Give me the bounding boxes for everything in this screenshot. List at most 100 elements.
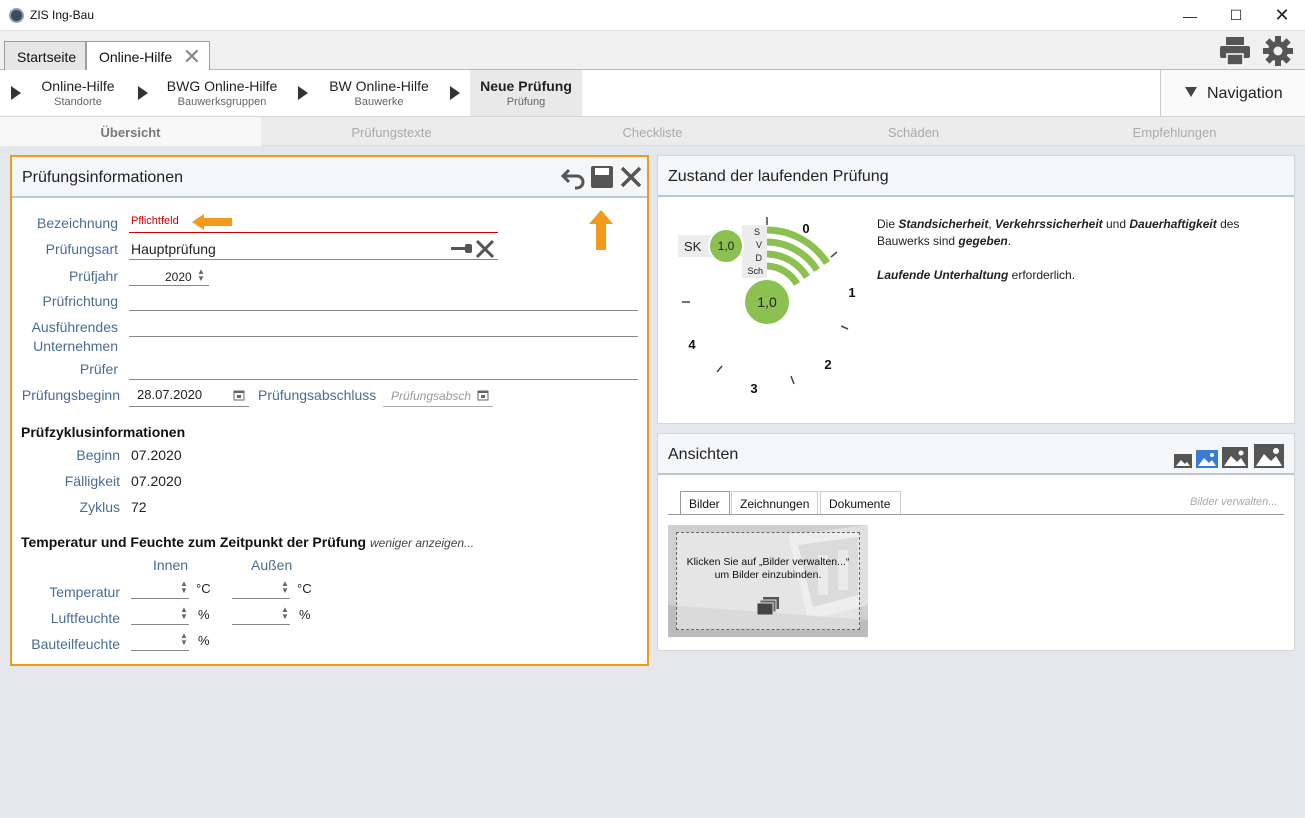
luft-innen-stepper[interactable]: ▲ ▼	[180, 606, 188, 621]
tab-pruefungstexte[interactable]: Prüfungstexte	[261, 117, 522, 146]
pruefungsart-value[interactable]: Hauptprüfung	[131, 241, 216, 257]
section-tabs: Übersicht Prüfungstexte Checkliste Schäd…	[0, 117, 1305, 146]
breadcrumb-main: Online-Hilfe	[41, 78, 115, 94]
breadcrumb-arrow-icon	[138, 86, 148, 100]
temperatur-title: Temperatur und Feuchte zum Zeitpunkt der…	[21, 534, 474, 550]
scale-label-0: 0	[802, 221, 809, 236]
minimize-button[interactable]: —	[1167, 0, 1213, 31]
clear-icon[interactable]	[475, 239, 495, 259]
key-icon[interactable]	[451, 240, 473, 256]
bauteil-innen-input[interactable]	[131, 650, 189, 651]
gauge-tick	[840, 325, 849, 330]
pruefjahr-value[interactable]: 2020	[165, 270, 192, 284]
maximize-button[interactable]: ☐	[1213, 0, 1259, 31]
desc-emphasis: Dauerhaftigkeit	[1129, 217, 1217, 231]
breadcrumb-item-pruefung[interactable]: Neue Prüfung Prüfung	[470, 70, 582, 116]
tab-schaeden[interactable]: Schäden	[783, 117, 1044, 146]
placeholder-line-2: um Bilder einzubinden.	[714, 569, 822, 581]
calendar-icon[interactable]	[477, 389, 489, 401]
bilder-verwalten-link[interactable]: Bilder verwalten...	[1190, 496, 1277, 508]
save-icon[interactable]	[590, 165, 614, 189]
close-icon[interactable]	[619, 165, 643, 189]
breadcrumb-sub: Bauwerke	[354, 96, 404, 108]
weniger-anzeigen-link[interactable]: weniger anzeigen...	[370, 536, 474, 550]
pruefjahr-label: Prüfjahr	[68, 268, 118, 284]
breadcrumb-sub: Bauwerksgruppen	[177, 96, 267, 108]
settings-gear-icon[interactable]	[1262, 35, 1294, 67]
image-gallery-icon	[757, 597, 779, 616]
tab-label: Online-Hilfe	[99, 49, 173, 65]
print-icon[interactable]	[1219, 36, 1251, 66]
breadcrumb-main: BW Online-Hilfe	[329, 78, 429, 94]
title-bar: ZIS Ing-Bau — ☐ ✕	[0, 0, 1305, 31]
luftfeuchte-label: Luftfeuchte	[50, 610, 120, 626]
pruefjahr-stepper[interactable]: ▲ ▼	[197, 268, 205, 283]
pruefrichtung-input[interactable]	[129, 310, 638, 311]
ausfuehrendes-label-1: Ausführendes	[31, 319, 118, 335]
tab-dokumente[interactable]: Dokumente	[820, 491, 901, 515]
pruefer-input[interactable]	[129, 379, 638, 380]
aussen-column-header: Außen	[251, 557, 293, 573]
image-size-large-icon[interactable]	[1222, 447, 1248, 468]
breadcrumb-sub: Standorte	[54, 96, 102, 108]
image-size-medium-icon[interactable]	[1196, 450, 1218, 468]
gauge-tick	[790, 375, 795, 385]
pruefungsbeginn-input[interactable]: 28.07.2020	[137, 387, 202, 402]
faelligkeit-value: 07.2020	[131, 473, 182, 489]
desc-text: .	[1007, 234, 1012, 248]
zustand-description: Die Standsicherheit, Verkehrssicherheit …	[877, 216, 1277, 284]
navigation-button[interactable]: Navigation	[1160, 70, 1305, 116]
ausfuehrendes-label-2: Unternehmen	[33, 338, 118, 354]
window-title: ZIS Ing-Bau	[30, 8, 95, 22]
luft-aussen-input[interactable]	[232, 624, 290, 625]
tab-checkliste[interactable]: Checkliste	[522, 117, 783, 146]
navigation-label: Navigation	[1207, 85, 1283, 102]
breadcrumb-item-bauwerksgruppen[interactable]: BWG Online-Hilfe Bauwerksgruppen	[158, 70, 286, 116]
temp-aussen-stepper[interactable]: ▲ ▼	[281, 580, 289, 595]
ausfuehrendes-unternehmen-input[interactable]	[129, 336, 638, 337]
pruefungsabschluss-input[interactable]: Prüfungsabsch	[391, 389, 471, 403]
close-window-button[interactable]: ✕	[1259, 0, 1305, 31]
luft-aussen-stepper[interactable]: ▲ ▼	[281, 606, 289, 621]
zustand-gauge: SK 1,0 1,0 S V D Sch 0 1 2 3 4	[678, 217, 856, 396]
luft-innen-input[interactable]	[131, 624, 189, 625]
undo-icon[interactable]	[561, 166, 587, 190]
breadcrumb-item-standorte[interactable]: Online-Hilfe Standorte	[28, 70, 128, 116]
bar-label-d: D	[756, 253, 763, 263]
scale-label-4: 4	[688, 337, 696, 352]
tab-divider	[668, 514, 1284, 515]
luft-aussen-unit: %	[299, 607, 311, 622]
bar-label-v: V	[756, 240, 762, 250]
tab-zeichnungen[interactable]: Zeichnungen	[731, 491, 818, 515]
tab-online-hilfe[interactable]: Online-Hilfe ✕	[86, 41, 210, 71]
image-size-small-icon[interactable]	[1174, 454, 1192, 468]
desc-text: erforderlich.	[1008, 268, 1076, 282]
close-tab-icon[interactable]: ✕	[183, 44, 201, 70]
tab-uebersicht[interactable]: Übersicht	[0, 117, 261, 146]
temp-innen-input[interactable]	[131, 598, 189, 599]
zustand-description-line-1: Die Standsicherheit, Verkehrssicherheit …	[877, 216, 1277, 250]
hint-arrow-left-icon	[192, 214, 232, 230]
faelligkeit-label: Fälligkeit	[64, 473, 120, 489]
image-placeholder[interactable]: Klicken Sie auf „Bilder verwalten...“ um…	[668, 525, 868, 637]
gauge-tick	[716, 365, 723, 373]
temp-aussen-input[interactable]	[232, 598, 290, 599]
panel-title: Zustand der laufenden Prüfung	[668, 168, 889, 185]
tab-empfehlungen[interactable]: Empfehlungen	[1044, 117, 1305, 146]
bauteil-innen-stepper[interactable]: ▲ ▼	[180, 632, 188, 647]
bezeichnung-input[interactable]: Pflichtfeld	[131, 215, 179, 227]
sk-value: 1,0	[718, 239, 735, 253]
main-zustand-value: 1,0	[757, 294, 777, 310]
temp-innen-stepper[interactable]: ▲ ▼	[180, 580, 188, 595]
tab-startseite[interactable]: Startseite	[4, 41, 86, 70]
zyklus-beginn-label: Beginn	[76, 447, 120, 463]
sk-label: SK	[684, 239, 702, 254]
image-size-xlarge-icon[interactable]	[1254, 444, 1284, 468]
bauteilfeuchte-label: Bauteilfeuchte	[31, 636, 120, 652]
breadcrumb-item-bauwerke[interactable]: BW Online-Hilfe Bauwerke	[318, 70, 440, 116]
calendar-icon[interactable]	[233, 389, 245, 401]
triangle-down-icon	[1185, 87, 1197, 97]
app-logo-icon	[9, 8, 24, 23]
tab-bilder[interactable]: Bilder	[680, 491, 730, 515]
panel-title: Ansichten	[668, 446, 739, 463]
